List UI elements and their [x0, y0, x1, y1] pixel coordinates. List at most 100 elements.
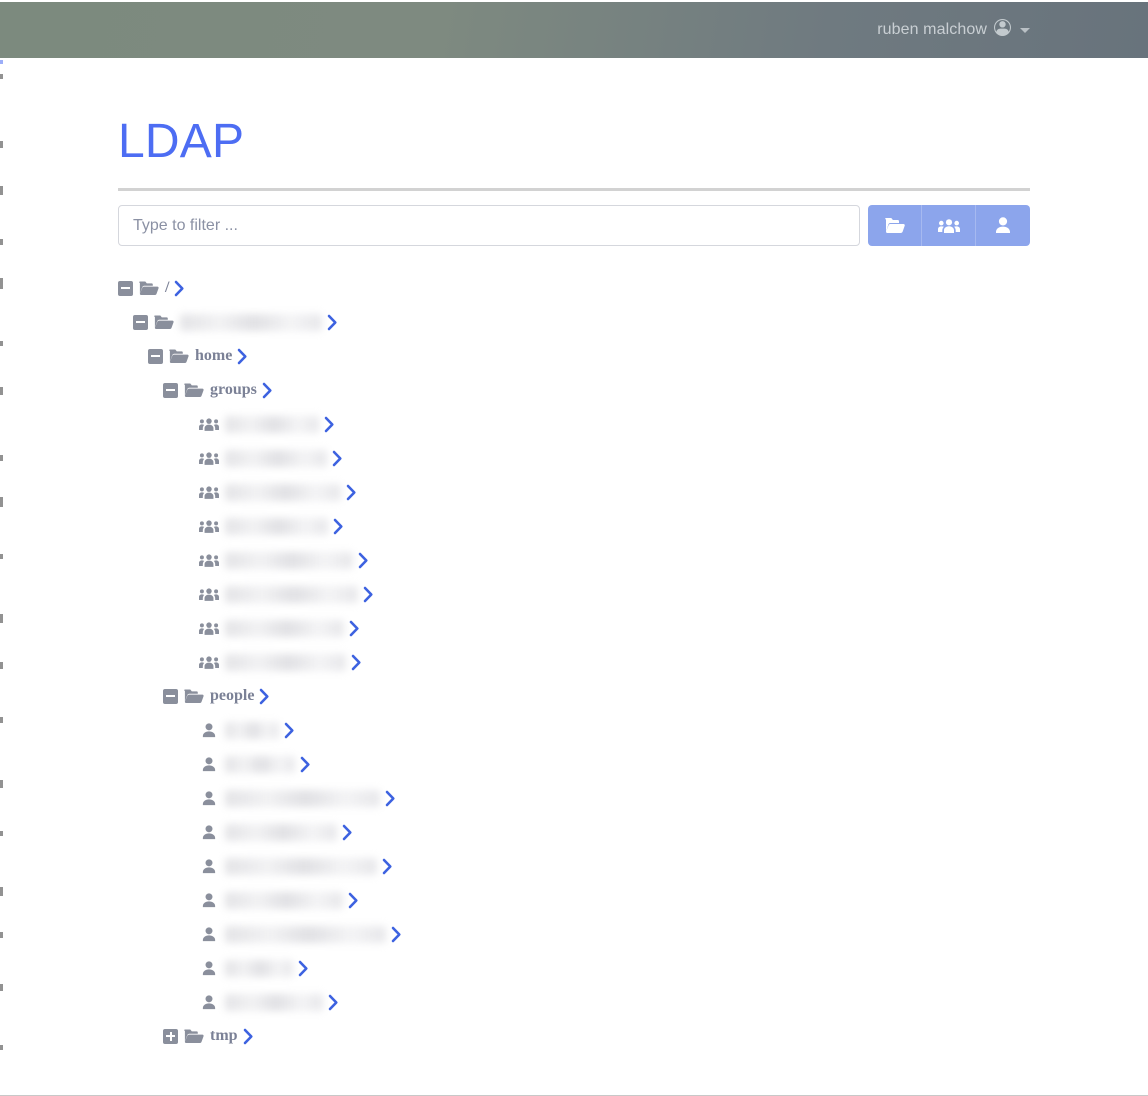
add-group-button[interactable]: [922, 205, 976, 246]
chevron-right-icon[interactable]: [346, 484, 357, 501]
collapse-toggle-icon[interactable]: [163, 688, 178, 704]
folder-open-icon: [154, 315, 174, 330]
tree-node-group-1[interactable]: [118, 407, 1030, 441]
users-icon: [937, 218, 960, 234]
chevron-right-icon[interactable]: [300, 756, 311, 773]
expand-toggle-icon[interactable]: [163, 1028, 178, 1044]
user-icon: [199, 892, 219, 908]
tree-node-base-dn[interactable]: [118, 305, 1030, 339]
chevron-right-icon[interactable]: [259, 688, 270, 705]
chevron-right-icon[interactable]: [358, 552, 369, 569]
folder-open-icon: [184, 1029, 204, 1044]
users-icon: [199, 485, 219, 500]
chevron-right-icon[interactable]: [284, 722, 295, 739]
tree-node-label: tmp: [210, 1027, 238, 1044]
tree-node-label: [225, 959, 293, 977]
tree-node-group-8[interactable]: [118, 645, 1030, 679]
user-circle-icon: [994, 19, 1011, 41]
page-title: LDAP: [118, 115, 245, 168]
top-navbar: ruben malchow: [0, 2, 1148, 58]
tree-node-group-3[interactable]: [118, 475, 1030, 509]
tree-node-person-3[interactable]: [118, 781, 1030, 815]
user-icon: [199, 790, 219, 806]
tree-node-tmp[interactable]: tmp: [118, 1019, 1030, 1053]
tree-node-label: /: [165, 279, 170, 296]
chevron-right-icon[interactable]: [174, 280, 185, 297]
tree-node-people[interactable]: people: [118, 679, 1030, 713]
collapse-toggle-icon[interactable]: [118, 280, 133, 296]
tree-node-group-2[interactable]: [118, 441, 1030, 475]
tree-node-person-1[interactable]: [118, 713, 1030, 747]
users-icon: [199, 621, 219, 636]
tree-node-label: home: [195, 347, 233, 364]
chevron-right-icon[interactable]: [243, 1028, 254, 1045]
title-divider: [118, 188, 1030, 191]
chevron-right-icon[interactable]: [363, 586, 374, 603]
chevron-right-icon[interactable]: [333, 518, 344, 535]
chevron-right-icon[interactable]: [391, 926, 402, 943]
chevron-right-icon[interactable]: [332, 450, 343, 467]
ldap-tree: / home groups people tmp: [118, 271, 1030, 1053]
user-icon: [199, 722, 219, 738]
tree-node-person-6[interactable]: [118, 883, 1030, 917]
tree-node-group-4[interactable]: [118, 509, 1030, 543]
chevron-right-icon[interactable]: [237, 348, 248, 365]
tree-node-person-5[interactable]: [118, 849, 1030, 883]
page-root: ruben malchow LDAP Type to filter ... / …: [0, 0, 1148, 1096]
tree-node-person-9[interactable]: [118, 985, 1030, 1019]
collapse-toggle-icon[interactable]: [133, 314, 148, 330]
chevron-right-icon[interactable]: [328, 994, 339, 1011]
chevron-right-icon[interactable]: [342, 824, 353, 841]
chevron-right-icon[interactable]: [327, 314, 338, 331]
chevron-right-icon[interactable]: [351, 654, 362, 671]
users-icon: [199, 451, 219, 466]
user-icon: [199, 994, 219, 1010]
tree-node-label: [225, 585, 358, 603]
tree-node-group-5[interactable]: [118, 543, 1030, 577]
chevron-right-icon[interactable]: [324, 416, 335, 433]
tree-node-label: [225, 415, 319, 433]
tree-node-label: [225, 551, 353, 569]
toolbar-button-group: [868, 205, 1030, 246]
caret-down-icon: [1020, 27, 1030, 33]
user-icon: [199, 824, 219, 840]
tree-node-label: [225, 483, 341, 501]
search-input[interactable]: [118, 205, 860, 246]
chevron-right-icon[interactable]: [385, 790, 396, 807]
tree-node-label: [180, 313, 322, 331]
tree-node-label: [225, 517, 328, 535]
chevron-right-icon[interactable]: [348, 892, 359, 909]
user-icon: [995, 217, 1011, 234]
users-icon: [199, 587, 219, 602]
folder-open-icon: [184, 383, 204, 398]
collapse-toggle-icon[interactable]: [148, 348, 163, 364]
add-folder-button[interactable]: [868, 205, 922, 246]
chevron-right-icon[interactable]: [349, 620, 360, 637]
user-icon: [199, 858, 219, 874]
user-menu[interactable]: ruben malchow: [877, 19, 1030, 41]
tree-node-root[interactable]: /: [118, 271, 1030, 305]
tree-node-person-8[interactable]: [118, 951, 1030, 985]
tree-node-group-7[interactable]: [118, 611, 1030, 645]
folder-open-icon: [884, 217, 905, 234]
tree-node-home[interactable]: home: [118, 339, 1030, 373]
tree-node-label: [225, 721, 279, 739]
user-icon: [199, 960, 219, 976]
chevron-right-icon[interactable]: [298, 960, 309, 977]
folder-open-icon: [139, 281, 159, 296]
users-icon: [199, 519, 219, 534]
chevron-right-icon[interactable]: [262, 382, 273, 399]
user-icon: [199, 756, 219, 772]
tree-node-groups[interactable]: groups: [118, 373, 1030, 407]
tree-node-person-2[interactable]: [118, 747, 1030, 781]
tree-node-group-6[interactable]: [118, 577, 1030, 611]
tree-node-label: [225, 653, 346, 671]
users-icon: [199, 553, 219, 568]
add-user-button[interactable]: [976, 205, 1030, 246]
tree-node-person-4[interactable]: [118, 815, 1030, 849]
chevron-right-icon[interactable]: [382, 858, 393, 875]
tree-node-label: [225, 619, 344, 637]
collapse-toggle-icon[interactable]: [163, 382, 178, 398]
filter-row: [118, 205, 1030, 246]
tree-node-person-7[interactable]: [118, 917, 1030, 951]
